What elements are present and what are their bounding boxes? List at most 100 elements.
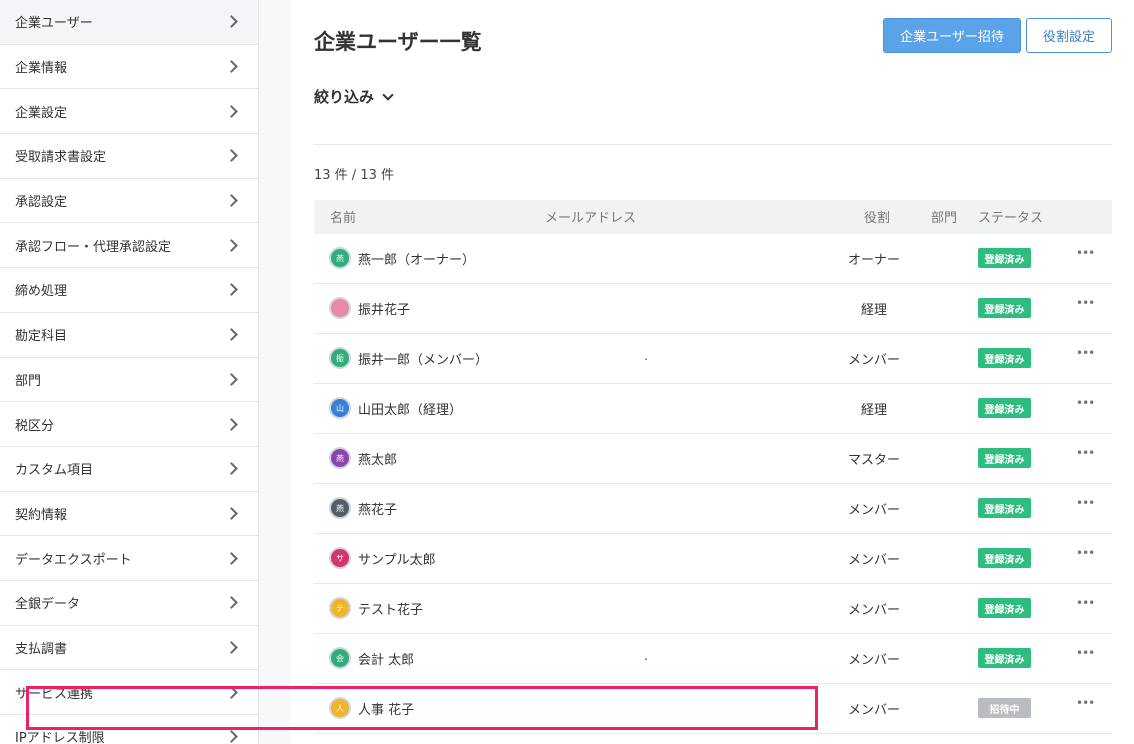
more-options-icon[interactable]: ••• (1076, 446, 1095, 460)
status-badge: 登録済み (978, 348, 1031, 368)
avatar: 会 (331, 649, 349, 667)
role-settings-button[interactable]: 役割設定 (1026, 18, 1112, 53)
more-options-icon[interactable]: ••• (1076, 596, 1095, 610)
more-options-icon[interactable]: ••• (1076, 296, 1095, 310)
user-role: 経理 (860, 403, 887, 418)
sidebar-item[interactable]: 部門 (0, 358, 258, 403)
chevron-right-icon (225, 104, 238, 118)
sidebar-item[interactable]: 企業設定 (0, 89, 258, 135)
more-options-icon[interactable]: ••• (1076, 396, 1095, 410)
sidebar-item[interactable]: 契約情報 (0, 492, 258, 537)
table-row[interactable]: 人人事 花子 メンバー 招待中 ••• (314, 684, 1112, 734)
sidebar-item-label: 部門 (15, 373, 42, 389)
user-role: オーナー (847, 253, 900, 268)
user-role: メンバー (847, 703, 900, 718)
chevron-right-icon (225, 730, 238, 744)
table-row[interactable]: ササンプル太郎 メンバー 登録済み ••• (314, 534, 1112, 584)
user-name: 会計 太郎 (358, 653, 415, 668)
user-role: マスター (847, 453, 900, 468)
table-row[interactable]: 振井花子 経理 登録済み ••• (314, 284, 1112, 334)
status-badge: 登録済み (978, 448, 1031, 468)
status-badge: 登録済み (978, 598, 1031, 618)
user-role: メンバー (847, 503, 900, 518)
sidebar-item[interactable]: サービス連携 (0, 670, 258, 715)
chevron-right-icon (225, 596, 238, 610)
user-name: 山田太郎（経理） (358, 403, 463, 418)
sidebar-item[interactable]: データエクスポート (0, 536, 258, 581)
chevron-right-icon (225, 462, 238, 476)
sidebar-item-label: 勘定科目 (15, 329, 68, 345)
sidebar-item-label: 支払調書 (15, 641, 68, 657)
chevron-right-icon (225, 372, 238, 386)
sidebar-item[interactable]: 税区分 (0, 402, 258, 447)
more-options-icon[interactable]: ••• (1076, 696, 1095, 710)
user-email: . (644, 349, 649, 364)
result-count: 13 件 / 13 件 (314, 168, 394, 183)
sidebar-item[interactable]: 承認フロー・代理承認設定 (0, 223, 258, 269)
sidebar-item[interactable]: 締め処理 (0, 268, 258, 313)
sidebar-item[interactable]: 支払調書 (0, 626, 258, 671)
chevron-right-icon (225, 328, 238, 342)
chevron-right-icon (225, 15, 238, 29)
user-table-body: 燕燕一郎（オーナー） オーナー 登録済み ••• 振井花子 経理 登録済み ••• 振振井一郎（… (314, 234, 1112, 734)
table-header: 名前 メールアドレス 役割 部門 ステータス (314, 200, 1112, 234)
sidebar-item[interactable]: 全銀データ (0, 581, 258, 626)
chevron-right-icon (225, 417, 238, 431)
table-row[interactable]: 燕燕太郎 マスター 登録済み ••• (314, 434, 1112, 484)
sidebar-item[interactable]: 受取請求書設定 (0, 134, 258, 179)
more-options-icon[interactable]: ••• (1076, 646, 1095, 660)
sidebar-item-label: 企業ユーザー (15, 16, 93, 32)
avatar: サ (331, 549, 349, 567)
main-panel: 企業ユーザー一覧 企業ユーザー招待 役割設定 絞り込み 13 件 / 13 件 … (290, 0, 1134, 744)
table-row[interactable]: 燕燕花子 メンバー 登録済み ••• (314, 484, 1112, 534)
sidebar-item-label: 税区分 (15, 418, 55, 434)
sidebar-item[interactable]: 勘定科目 (0, 313, 258, 358)
sidebar-item-label: 企業設定 (15, 105, 68, 121)
user-name: 燕一郎（オーナー） (358, 253, 476, 268)
sidebar-item-label: カスタム項目 (15, 463, 94, 479)
sidebar-item[interactable]: IPアドレス制限 (0, 715, 258, 744)
chevron-right-icon (225, 194, 238, 207)
avatar: テ (331, 599, 349, 617)
status-badge: 登録済み (978, 498, 1031, 518)
sidebar-item-label: 全銀データ (15, 597, 81, 613)
more-options-icon[interactable]: ••• (1076, 346, 1095, 360)
avatar: 燕 (331, 499, 349, 517)
status-badge: 登録済み (978, 398, 1031, 418)
chevron-right-icon (225, 238, 238, 252)
sidebar-item[interactable]: 企業情報 (0, 45, 258, 90)
chevron-down-icon (382, 88, 394, 101)
table-row[interactable]: 燕燕一郎（オーナー） オーナー 登録済み ••• (314, 234, 1112, 284)
table-row[interactable]: 山山田太郎（経理） 経理 登録済み ••• (314, 384, 1112, 434)
chevron-right-icon (225, 685, 238, 699)
sidebar-item-label: 承認設定 (15, 195, 68, 211)
table-row[interactable]: 会会計 太郎. メンバー 登録済み ••• (314, 634, 1112, 684)
more-options-icon[interactable]: ••• (1076, 546, 1095, 560)
status-badge: 登録済み (978, 248, 1031, 268)
user-email: . (644, 649, 649, 664)
status-badge: 登録済み (978, 548, 1031, 568)
more-options-icon[interactable]: ••• (1076, 246, 1095, 260)
table-row[interactable]: 振振井一郎（メンバー）. メンバー 登録済み ••• (314, 334, 1112, 384)
table-row[interactable]: テテスト花子 メンバー 登録済み ••• (314, 584, 1112, 634)
chevron-right-icon (225, 507, 238, 520)
page-title: 企業ユーザー一覧 (314, 30, 482, 54)
user-name: サンプル太郎 (358, 553, 436, 568)
avatar (331, 299, 349, 317)
user-role: メンバー (847, 553, 900, 568)
user-name: 燕花子 (358, 503, 398, 518)
chevron-right-icon (225, 641, 238, 654)
sidebar-item[interactable]: 企業ユーザー (0, 0, 258, 45)
divider (314, 144, 1112, 145)
filter-toggle[interactable]: 絞り込み (314, 86, 394, 107)
column-header-role: 役割 (864, 211, 891, 226)
more-options-icon[interactable]: ••• (1076, 496, 1095, 510)
column-header-status: ステータス (978, 211, 1044, 226)
status-badge: 登録済み (978, 648, 1031, 668)
avatar: 燕 (331, 449, 349, 467)
sidebar-item[interactable]: カスタム項目 (0, 447, 258, 492)
invite-user-button[interactable]: 企業ユーザー招待 (883, 18, 1021, 53)
sidebar-item-label: 企業情報 (15, 61, 68, 77)
sidebar-item[interactable]: 承認設定 (0, 179, 258, 224)
status-badge: 招待中 (978, 698, 1031, 718)
